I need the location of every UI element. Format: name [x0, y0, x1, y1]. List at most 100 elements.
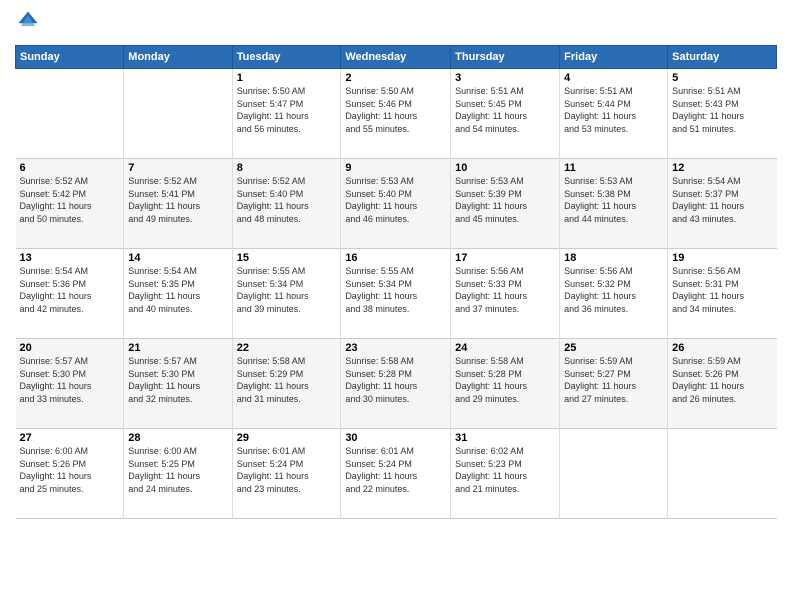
day-cell: 7Sunrise: 5:52 AM Sunset: 5:41 PM Daylig…	[124, 159, 232, 249]
day-cell: 12Sunrise: 5:54 AM Sunset: 5:37 PM Dayli…	[668, 159, 777, 249]
day-info: Sunrise: 5:58 AM Sunset: 5:28 PM Dayligh…	[455, 355, 555, 405]
day-number: 10	[455, 162, 555, 174]
day-info: Sunrise: 5:54 AM Sunset: 5:36 PM Dayligh…	[20, 265, 120, 315]
day-info: Sunrise: 5:50 AM Sunset: 5:46 PM Dayligh…	[345, 85, 446, 135]
day-info: Sunrise: 5:57 AM Sunset: 5:30 PM Dayligh…	[128, 355, 227, 405]
header	[15, 10, 777, 37]
col-header-saturday: Saturday	[668, 46, 777, 69]
day-cell: 11Sunrise: 5:53 AM Sunset: 5:38 PM Dayli…	[560, 159, 668, 249]
day-info: Sunrise: 5:51 AM Sunset: 5:45 PM Dayligh…	[455, 85, 555, 135]
day-info: Sunrise: 5:57 AM Sunset: 5:30 PM Dayligh…	[20, 355, 120, 405]
day-number: 27	[20, 432, 120, 444]
header-row: SundayMondayTuesdayWednesdayThursdayFrid…	[16, 46, 777, 69]
day-number: 19	[672, 252, 772, 264]
day-info: Sunrise: 6:00 AM Sunset: 5:25 PM Dayligh…	[128, 445, 227, 495]
day-cell: 9Sunrise: 5:53 AM Sunset: 5:40 PM Daylig…	[341, 159, 451, 249]
day-number: 3	[455, 72, 555, 84]
day-number: 2	[345, 72, 446, 84]
day-number: 29	[237, 432, 337, 444]
week-row-4: 20Sunrise: 5:57 AM Sunset: 5:30 PM Dayli…	[16, 339, 777, 429]
day-cell: 25Sunrise: 5:59 AM Sunset: 5:27 PM Dayli…	[560, 339, 668, 429]
col-header-sunday: Sunday	[16, 46, 124, 69]
col-header-wednesday: Wednesday	[341, 46, 451, 69]
week-row-5: 27Sunrise: 6:00 AM Sunset: 5:26 PM Dayli…	[16, 429, 777, 519]
day-cell: 29Sunrise: 6:01 AM Sunset: 5:24 PM Dayli…	[232, 429, 341, 519]
day-info: Sunrise: 6:01 AM Sunset: 5:24 PM Dayligh…	[237, 445, 337, 495]
calendar-table: SundayMondayTuesdayWednesdayThursdayFrid…	[15, 45, 777, 519]
day-number: 28	[128, 432, 227, 444]
day-info: Sunrise: 5:56 AM Sunset: 5:32 PM Dayligh…	[564, 265, 663, 315]
day-number: 15	[237, 252, 337, 264]
day-number: 16	[345, 252, 446, 264]
day-cell: 8Sunrise: 5:52 AM Sunset: 5:40 PM Daylig…	[232, 159, 341, 249]
col-header-friday: Friday	[560, 46, 668, 69]
day-cell: 24Sunrise: 5:58 AM Sunset: 5:28 PM Dayli…	[451, 339, 560, 429]
day-info: Sunrise: 5:59 AM Sunset: 5:27 PM Dayligh…	[564, 355, 663, 405]
day-info: Sunrise: 5:51 AM Sunset: 5:43 PM Dayligh…	[672, 85, 772, 135]
day-cell: 26Sunrise: 5:59 AM Sunset: 5:26 PM Dayli…	[668, 339, 777, 429]
day-number: 23	[345, 342, 446, 354]
day-info: Sunrise: 5:54 AM Sunset: 5:35 PM Dayligh…	[128, 265, 227, 315]
day-number: 24	[455, 342, 555, 354]
day-number: 4	[564, 72, 663, 84]
day-info: Sunrise: 5:56 AM Sunset: 5:31 PM Dayligh…	[672, 265, 772, 315]
day-number: 21	[128, 342, 227, 354]
day-cell: 15Sunrise: 5:55 AM Sunset: 5:34 PM Dayli…	[232, 249, 341, 339]
day-number: 6	[20, 162, 120, 174]
day-info: Sunrise: 5:55 AM Sunset: 5:34 PM Dayligh…	[345, 265, 446, 315]
day-cell: 23Sunrise: 5:58 AM Sunset: 5:28 PM Dayli…	[341, 339, 451, 429]
day-info: Sunrise: 6:01 AM Sunset: 5:24 PM Dayligh…	[345, 445, 446, 495]
page: SundayMondayTuesdayWednesdayThursdayFrid…	[0, 0, 792, 612]
logo	[15, 10, 41, 37]
day-info: Sunrise: 5:52 AM Sunset: 5:40 PM Dayligh…	[237, 175, 337, 225]
day-info: Sunrise: 5:53 AM Sunset: 5:40 PM Dayligh…	[345, 175, 446, 225]
day-number: 9	[345, 162, 446, 174]
day-cell: 30Sunrise: 6:01 AM Sunset: 5:24 PM Dayli…	[341, 429, 451, 519]
day-number: 13	[20, 252, 120, 264]
day-info: Sunrise: 5:52 AM Sunset: 5:42 PM Dayligh…	[20, 175, 120, 225]
day-info: Sunrise: 5:50 AM Sunset: 5:47 PM Dayligh…	[237, 85, 337, 135]
day-cell: 21Sunrise: 5:57 AM Sunset: 5:30 PM Dayli…	[124, 339, 232, 429]
day-cell: 6Sunrise: 5:52 AM Sunset: 5:42 PM Daylig…	[16, 159, 124, 249]
day-number: 18	[564, 252, 663, 264]
day-number: 22	[237, 342, 337, 354]
day-number: 31	[455, 432, 555, 444]
day-info: Sunrise: 5:52 AM Sunset: 5:41 PM Dayligh…	[128, 175, 227, 225]
day-info: Sunrise: 5:51 AM Sunset: 5:44 PM Dayligh…	[564, 85, 663, 135]
day-number: 20	[20, 342, 120, 354]
day-cell	[16, 69, 124, 159]
day-info: Sunrise: 6:02 AM Sunset: 5:23 PM Dayligh…	[455, 445, 555, 495]
day-cell: 17Sunrise: 5:56 AM Sunset: 5:33 PM Dayli…	[451, 249, 560, 339]
day-info: Sunrise: 5:53 AM Sunset: 5:39 PM Dayligh…	[455, 175, 555, 225]
day-info: Sunrise: 5:59 AM Sunset: 5:26 PM Dayligh…	[672, 355, 772, 405]
col-header-thursday: Thursday	[451, 46, 560, 69]
col-header-monday: Monday	[124, 46, 232, 69]
day-cell: 16Sunrise: 5:55 AM Sunset: 5:34 PM Dayli…	[341, 249, 451, 339]
day-info: Sunrise: 6:00 AM Sunset: 5:26 PM Dayligh…	[20, 445, 120, 495]
day-number: 8	[237, 162, 337, 174]
day-cell: 10Sunrise: 5:53 AM Sunset: 5:39 PM Dayli…	[451, 159, 560, 249]
col-header-tuesday: Tuesday	[232, 46, 341, 69]
day-number: 25	[564, 342, 663, 354]
week-row-2: 6Sunrise: 5:52 AM Sunset: 5:42 PM Daylig…	[16, 159, 777, 249]
day-number: 17	[455, 252, 555, 264]
day-cell	[560, 429, 668, 519]
day-cell: 1Sunrise: 5:50 AM Sunset: 5:47 PM Daylig…	[232, 69, 341, 159]
day-cell: 2Sunrise: 5:50 AM Sunset: 5:46 PM Daylig…	[341, 69, 451, 159]
week-row-1: 1Sunrise: 5:50 AM Sunset: 5:47 PM Daylig…	[16, 69, 777, 159]
day-info: Sunrise: 5:55 AM Sunset: 5:34 PM Dayligh…	[237, 265, 337, 315]
day-number: 26	[672, 342, 772, 354]
day-cell: 18Sunrise: 5:56 AM Sunset: 5:32 PM Dayli…	[560, 249, 668, 339]
day-cell: 20Sunrise: 5:57 AM Sunset: 5:30 PM Dayli…	[16, 339, 124, 429]
day-number: 7	[128, 162, 227, 174]
day-cell: 4Sunrise: 5:51 AM Sunset: 5:44 PM Daylig…	[560, 69, 668, 159]
day-number: 14	[128, 252, 227, 264]
day-cell: 28Sunrise: 6:00 AM Sunset: 5:25 PM Dayli…	[124, 429, 232, 519]
day-number: 12	[672, 162, 772, 174]
day-info: Sunrise: 5:56 AM Sunset: 5:33 PM Dayligh…	[455, 265, 555, 315]
day-cell: 19Sunrise: 5:56 AM Sunset: 5:31 PM Dayli…	[668, 249, 777, 339]
day-cell: 3Sunrise: 5:51 AM Sunset: 5:45 PM Daylig…	[451, 69, 560, 159]
day-info: Sunrise: 5:58 AM Sunset: 5:29 PM Dayligh…	[237, 355, 337, 405]
day-number: 11	[564, 162, 663, 174]
day-cell: 27Sunrise: 6:00 AM Sunset: 5:26 PM Dayli…	[16, 429, 124, 519]
